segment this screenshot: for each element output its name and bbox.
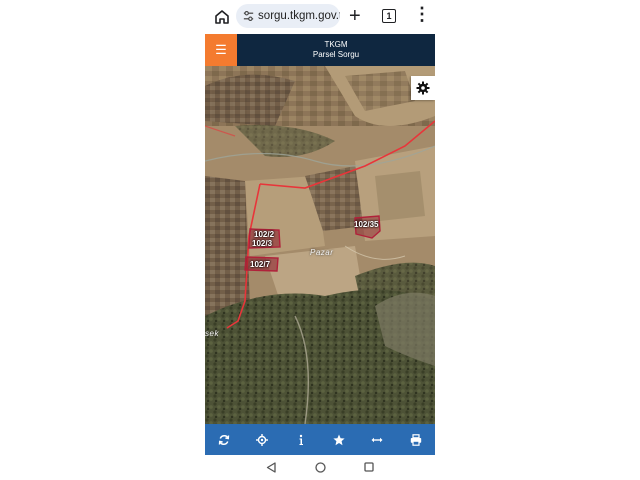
phone-screen: sorgu.tkgm.gov.tr + 1 ⋮ ☰ TKGM Parsel So… (205, 0, 435, 480)
hamburger-icon: ☰ (215, 42, 227, 57)
menu-button[interactable]: ☰ (205, 34, 237, 66)
parcel-label: 102/35 (354, 220, 379, 229)
parcel-label: 102/3 (252, 239, 273, 248)
app-subtitle: Parsel Sorgu (312, 50, 360, 59)
star-icon (333, 434, 345, 445)
recent-apps-icon[interactable] (364, 462, 374, 472)
place-label: sek (205, 329, 219, 338)
refresh-icon (218, 434, 230, 445)
address-bar[interactable]: sorgu.tkgm.gov.tr (236, 4, 340, 28)
gear-icon (416, 81, 430, 95)
favorite-button[interactable] (328, 429, 350, 451)
place-label: Pazar (310, 248, 334, 257)
measure-icon (371, 437, 383, 442)
info-icon (299, 434, 303, 445)
parcel-label: 102/7 (250, 260, 271, 269)
map-settings-button[interactable] (411, 76, 435, 100)
print-button[interactable] (405, 429, 427, 451)
system-nav-bar (205, 455, 435, 480)
map-toolbar (205, 424, 435, 455)
site-settings-icon[interactable] (242, 9, 255, 23)
new-tab-button[interactable]: + (349, 6, 361, 26)
measure-button[interactable] (366, 429, 388, 451)
home-circle-icon[interactable] (315, 462, 326, 473)
satellite-map (205, 66, 435, 424)
locate-button[interactable] (251, 429, 273, 451)
parcel-label: 102/2 (254, 230, 275, 239)
map-view[interactable]: 102/2 102/3 102/7 102/35 Pazar sek (205, 66, 435, 424)
info-button[interactable] (290, 429, 312, 451)
refresh-button[interactable] (213, 429, 235, 451)
locate-icon (256, 433, 269, 446)
url-text: sorgu.tkgm.gov.tr (258, 10, 340, 22)
print-icon (410, 433, 421, 446)
app-header: ☰ TKGM Parsel Sorgu (205, 34, 435, 66)
tab-switcher-button[interactable]: 1 (382, 9, 396, 23)
more-menu-icon[interactable]: ⋮ (413, 5, 431, 23)
back-icon[interactable] (266, 462, 276, 473)
home-icon[interactable] (213, 8, 231, 26)
browser-toolbar: sorgu.tkgm.gov.tr + 1 ⋮ (205, 0, 435, 34)
header-title-block: TKGM Parsel Sorgu (237, 40, 435, 60)
app-title: TKGM (324, 40, 348, 49)
